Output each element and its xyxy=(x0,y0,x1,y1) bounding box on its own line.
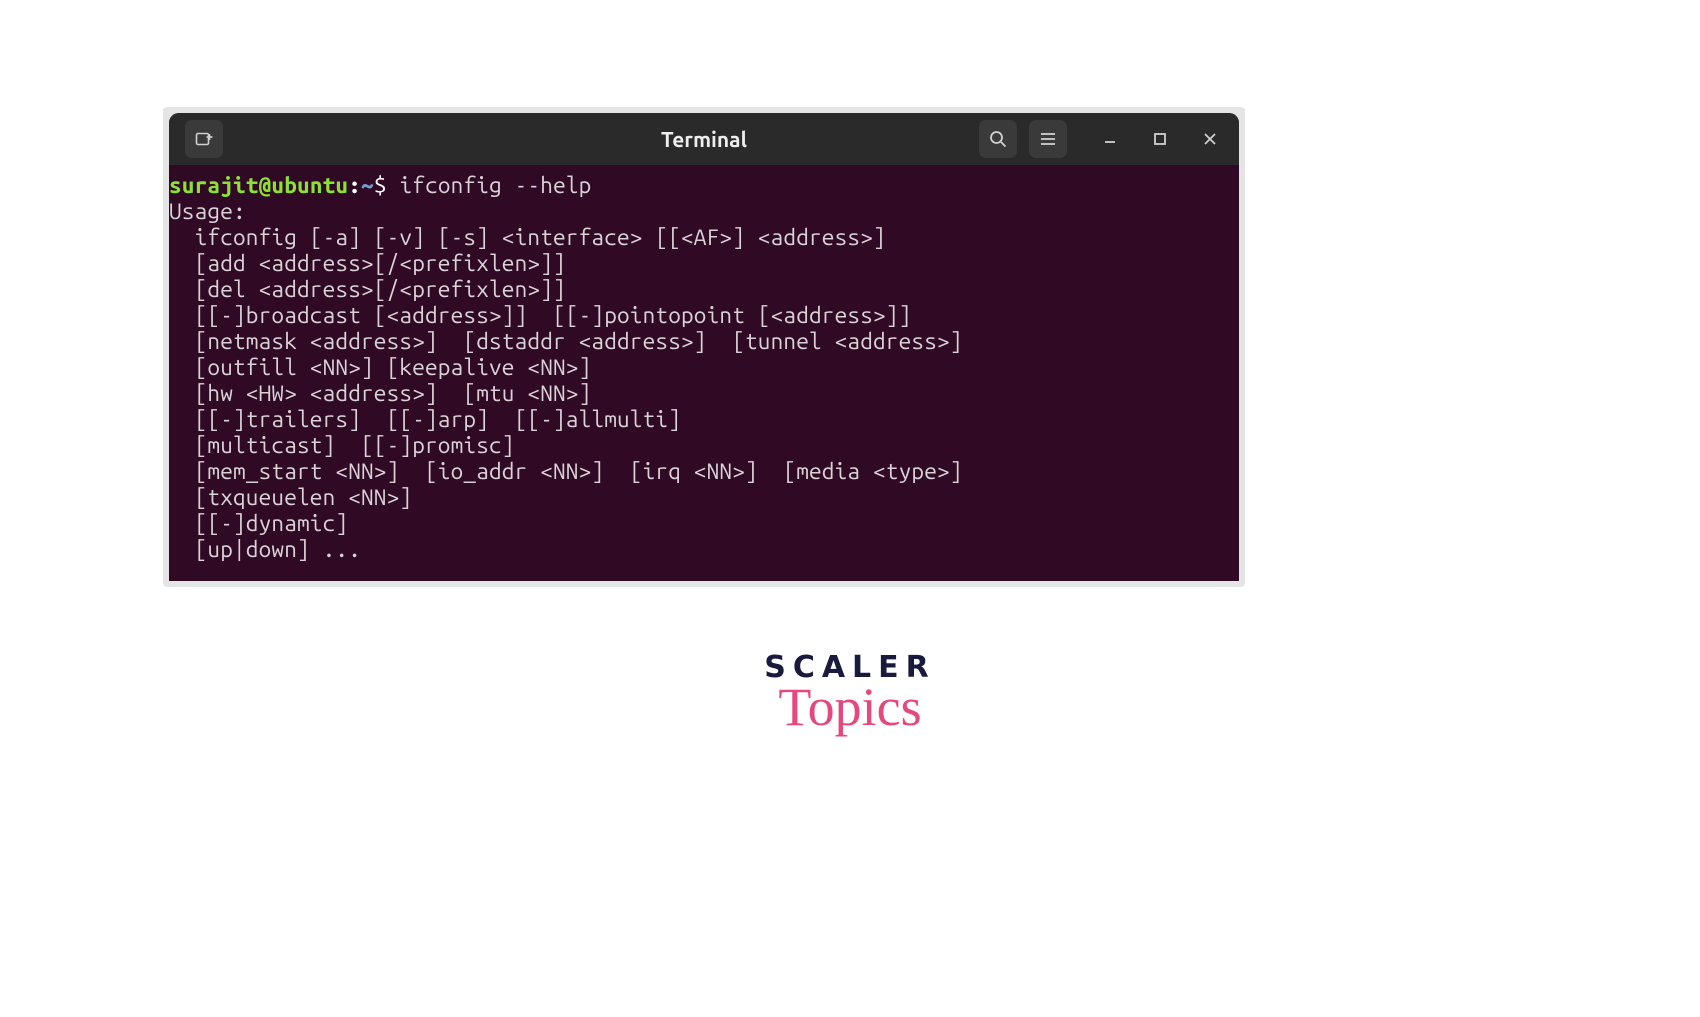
output-text: Usage: ifconfig [-a] [-v] [-s] <interfac… xyxy=(169,199,963,562)
search-icon xyxy=(988,129,1008,149)
scaler-topics-logo: SCALER Topics xyxy=(0,650,1700,732)
terminal-body[interactable]: surajit@ubuntu:~$ ifconfig --help Usage:… xyxy=(169,165,1239,581)
close-icon xyxy=(1200,129,1220,149)
search-button[interactable] xyxy=(979,120,1017,158)
hamburger-icon xyxy=(1038,129,1058,149)
menu-button[interactable] xyxy=(1029,120,1067,158)
maximize-icon xyxy=(1150,129,1170,149)
terminal-window: Terminal xyxy=(169,113,1239,581)
prompt-user: surajit@ubuntu xyxy=(169,173,348,198)
maximize-button[interactable] xyxy=(1141,120,1179,158)
logo-word-topics: Topics xyxy=(0,683,1700,732)
close-button[interactable] xyxy=(1191,120,1229,158)
new-tab-icon xyxy=(194,129,214,149)
new-tab-button[interactable] xyxy=(185,120,223,158)
terminal-screenshot-frame: Terminal xyxy=(163,107,1245,587)
prompt-path: ~ xyxy=(361,173,374,198)
minimize-button[interactable] xyxy=(1091,120,1129,158)
prompt-colon: : xyxy=(348,173,361,198)
minimize-icon xyxy=(1100,129,1120,149)
titlebar: Terminal xyxy=(169,113,1239,165)
command-text: ifconfig --help xyxy=(399,173,591,198)
prompt-dollar: $ xyxy=(374,173,387,198)
